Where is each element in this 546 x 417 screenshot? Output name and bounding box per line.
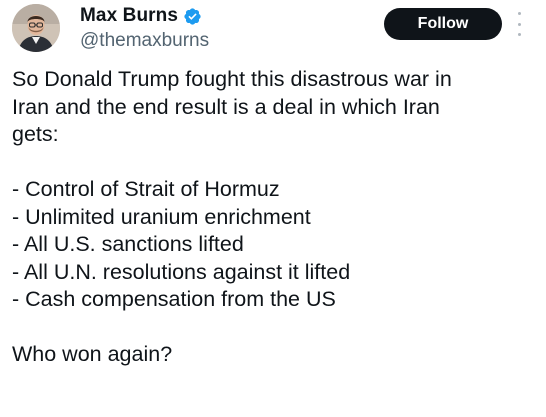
dot <box>517 22 521 26</box>
dot <box>517 33 521 36</box>
list-item: - All U.S. sanctions lifted <box>12 232 244 256</box>
tweet-text: So Donald Trump fought this disastrous w… <box>12 66 537 369</box>
tweet-card: Max Burns @themaxburns Follow So Donald … <box>0 0 546 417</box>
handle[interactable]: @themaxburns <box>80 30 209 52</box>
display-name[interactable]: Max Burns <box>80 5 178 27</box>
more-vertical-icon[interactable] <box>514 12 524 36</box>
list-item: - Cash compensation from the US <box>12 287 336 311</box>
list-item: - All U.N. resolutions against it lifted <box>12 259 351 284</box>
closing-line: Who won again? <box>12 342 173 366</box>
name-row: Max Burns <box>80 4 209 28</box>
tweet-line: So Donald Trump fought this disastrous w… <box>12 67 452 91</box>
avatar-image <box>12 4 60 52</box>
verified-badge-icon[interactable] <box>183 7 202 26</box>
dot <box>517 12 521 15</box>
list-item: - Control of Strait of Hormuz <box>12 177 280 201</box>
tweet-line: gets: <box>12 122 59 146</box>
author-info: Max Burns @themaxburns <box>80 4 209 52</box>
list-item: - Unlimited uranium enrichment <box>12 204 311 229</box>
avatar[interactable] <box>12 4 60 52</box>
follow-button[interactable]: Follow <box>384 8 502 40</box>
tweet-line: Iran and the end result is a deal in whi… <box>12 94 440 119</box>
